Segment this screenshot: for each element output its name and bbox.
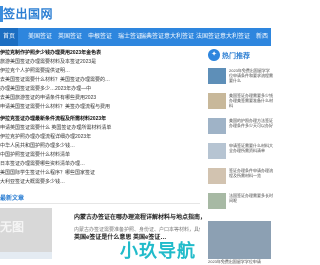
recommend-thumbnail (208, 143, 226, 159)
nav-item-uk[interactable]: 英国签证 (58, 28, 82, 46)
recommend-thumbnail (208, 118, 226, 134)
recommend-item[interactable]: 签证办理条件申请办理流程及所需材料一览 (208, 168, 273, 190)
news-item[interactable]: 日本签证办理需要哪些资料清单办理… (0, 160, 85, 167)
recommend-title: 美国的护照办理方法签证办理条件多少天可以办好 (229, 118, 273, 128)
nav-item-us[interactable]: 美国签证 (28, 28, 52, 46)
divider (0, 203, 200, 204)
no-image-placeholder: 无图 (0, 220, 25, 234)
recommend-title: 法国签证办理需要多长时间呢 (229, 193, 273, 203)
news-item[interactable]: 旅游美国签证办理需要材料及本签证2023是 (0, 58, 96, 65)
news-item[interactable]: 去美国签证需要什么材料？美国签证办理需要的… (0, 76, 110, 83)
news-item[interactable]: 中华人民共和国护照办理多少钱… (0, 142, 75, 149)
news-item[interactable]: 伊拉克制作护照步少钱办理费用2023年金色表 (0, 49, 101, 56)
recommend-thumbnail (208, 168, 226, 184)
news-item[interactable]: 办理美国签证需要多少…2023年办理—中 (0, 85, 91, 92)
recommend-thumbnail (208, 93, 226, 109)
news-item[interactable]: 大利亚签证大概需要多少钱… (0, 178, 65, 185)
nav-item-swiss[interactable]: 瑞士签证 (118, 28, 142, 46)
section-title: 最新文章 (0, 196, 25, 202)
hot-title: 热门推荐 (222, 53, 250, 60)
news-item[interactable]: 申请英国签证需要什么 英国签证办理所需材料清单 (0, 124, 111, 131)
nav-item-italy[interactable]: 意大利签证 (164, 28, 194, 46)
article-thumbnail[interactable] (0, 252, 52, 259)
recommend-title: 签证办理条件申请办理流程及所需材料一览 (229, 168, 273, 178)
news-item[interactable]: 申请美国签证需要什么材料？美签办理流程与费用 (0, 103, 110, 110)
recommend-thumbnail (208, 193, 226, 209)
news-item[interactable]: 去美国旅游签证的申请条件有哪些费用2023 (0, 94, 96, 101)
news-item[interactable]: 伊拉克护照办理办理流程详细办理2023年 (0, 133, 91, 140)
nav-item-france[interactable]: 法国签证 (196, 28, 220, 46)
hot-header: ✦ 热门推荐 (208, 49, 271, 63)
recommend-thumbnail (208, 68, 226, 84)
recommend-title: 申请签证需要什么材料大全办理所需资料清单 (229, 143, 273, 153)
site-header: 签出国网 (0, 0, 271, 28)
news-item[interactable]: 伊拉克签证办理最新条件流程及所需材料2023年 (0, 115, 106, 122)
featured-image[interactable] (208, 221, 271, 259)
fire-icon: ✦ (208, 49, 220, 61)
recommend-item[interactable]: 法国签证办理需要多长时间呢 (208, 193, 273, 215)
article-thumbnail[interactable]: 无图 (0, 208, 52, 252)
news-item[interactable]: 中国护照签证需要什么材料清单 (0, 151, 70, 158)
latest-section-header: 最新文章 (0, 193, 205, 204)
recommend-item[interactable]: 美国的护照办理方法签证办理条件多少天可以办好 (208, 118, 273, 140)
nav-item-home[interactable]: 首页 (0, 28, 19, 46)
sidebar: ✦ 热门推荐 2023年免费出国留学学位申请条件和要求流程需要什么 美国签证办理… (205, 46, 273, 264)
nav-item-sweden[interactable]: 瑞典签证 (140, 28, 164, 46)
nav-item-italy-2[interactable]: 意大利签证 (220, 28, 250, 46)
site-logo[interactable]: 签出国网 (3, 5, 53, 22)
recommend-title: 2023年免费出国留学学位申请条件和要求流程需要什么 (229, 68, 273, 83)
recommend-item[interactable]: 申请签证需要什么材料大全办理所需资料清单 (208, 143, 273, 165)
recommend-item[interactable]: 2023年免费出国留学学位申请条件和要求流程需要什么 (208, 68, 273, 90)
nav-item-nz[interactable]: 新西 (256, 28, 268, 46)
news-item[interactable]: 伊拉克个人护照需要提供证明… (0, 67, 70, 74)
recommend-item[interactable]: 美国签证办理需要多少钱办理美签需要准备什么材料 (208, 93, 273, 115)
main-nav: 首页 美国签证 英国签证 申根签证 瑞士签证 瑞典签证 意大利签证 法国签证 意… (0, 28, 271, 46)
watermark: 小玖导航 (120, 241, 196, 261)
news-item[interactable]: 美国国际学生签证什么程序？哪些国家签证 (0, 169, 95, 176)
featured-caption[interactable]: 2023年免费出国留学学位申请 (208, 259, 271, 265)
nav-item-schengen[interactable]: 申根签证 (88, 28, 112, 46)
recommend-title: 美国签证办理需要多少钱办理美签需要准备什么材料 (229, 93, 273, 108)
